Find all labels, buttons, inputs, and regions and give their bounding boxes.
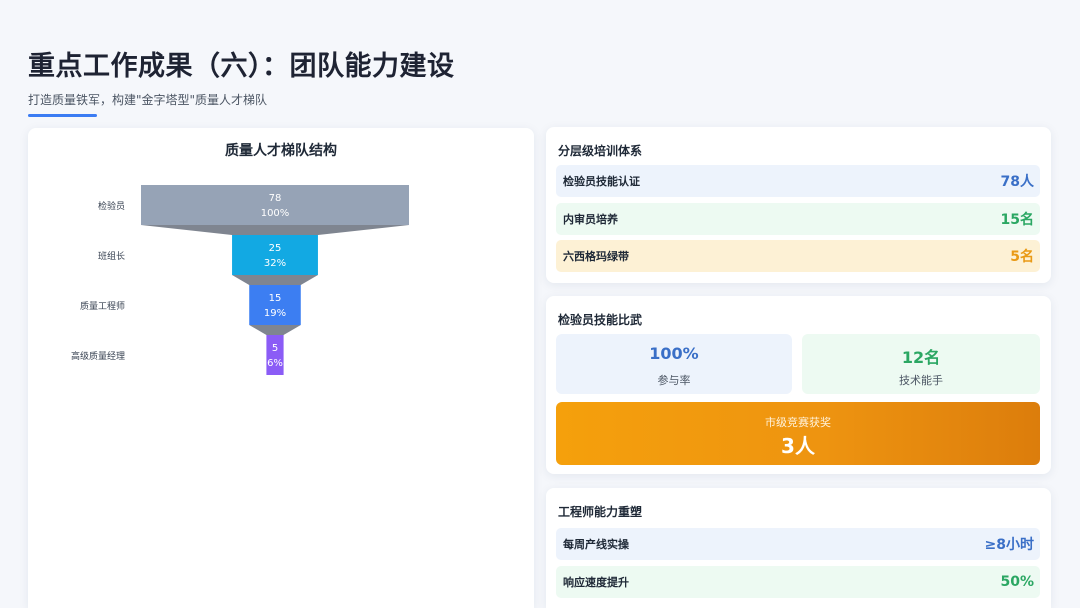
experts-stat: 12名 技术能手: [802, 334, 1040, 394]
funnel-bar: [249, 285, 301, 325]
funnel-percent-label: 100%: [261, 208, 290, 219]
award-label: 市级竞赛获奖: [765, 416, 831, 429]
funnel-bar: [232, 235, 318, 275]
participation-stat: 100% 参与率: [556, 334, 792, 394]
training-row-value: 5名: [1010, 249, 1034, 265]
funnel-bar: [141, 185, 409, 225]
experts-value: 12名: [901, 348, 941, 367]
engineer-title: 工程师能力重塑: [558, 505, 643, 519]
engineer-row-label: 响应速度提升: [563, 576, 629, 589]
engineer-row-line-practice: 每周产线实操 ≥8小时: [556, 528, 1040, 560]
training-row-label: 检验员技能认证: [563, 175, 640, 188]
funnel-value-label: 25: [269, 243, 282, 254]
engineer-row-label: 每周产线实操: [563, 538, 629, 551]
funnel-connector: [249, 325, 301, 335]
training-card: 分层级培训体系 检验员技能认证 78人 内审员培养 15名 六西格玛绿带 5名: [546, 127, 1051, 283]
funnel-value-label: 15: [269, 293, 282, 304]
funnel-chart: 78 100% 检验员 25 32% 班组长 15 19% 质量工程师 5 6% 高级质量经理: [71, 185, 409, 375]
training-row-internal-auditor: 内审员培养 15名: [556, 203, 1040, 235]
funnel-category-label: 高级质量经理: [71, 350, 125, 362]
award-banner: 市级竞赛获奖 3人: [556, 402, 1040, 465]
contest-title: 检验员技能比武: [558, 313, 643, 327]
engineer-row-response-speed: 响应速度提升 50%: [556, 566, 1040, 598]
funnel-percent-label: 32%: [264, 258, 286, 269]
funnel-connector: [141, 225, 409, 235]
funnel-category-label: 班组长: [98, 250, 125, 262]
funnel-category-label: 质量工程师: [80, 300, 125, 312]
training-row-six-sigma: 六西格玛绿带 5名: [556, 240, 1040, 272]
page-title: 重点工作成果（六）：团队能力建设: [28, 51, 455, 82]
page-subtitle: 打造质量铁军，构建"金字塔型"质量人才梯队: [28, 93, 268, 107]
award-value: 3人: [781, 434, 815, 458]
engineer-card: 工程师能力重塑 每周产线实操 ≥8小时 响应速度提升 50%: [546, 488, 1051, 608]
funnel-value-label: 78: [269, 193, 282, 204]
training-title: 分层级培训体系: [558, 144, 643, 158]
training-row-value: 78人: [1000, 174, 1034, 190]
training-row-label: 六西格玛绿带: [563, 250, 629, 263]
participation-label: 参与率: [657, 374, 691, 387]
engineer-row-value: ≥8小时: [984, 537, 1034, 553]
funnel-chart-card: 质量人才梯队结构 78 100% 检验员 25 32% 班组长 15 19% 质量工程师 5 6% 高…: [28, 128, 534, 608]
participation-value: 100%: [649, 344, 699, 363]
funnel-value-label: 5: [272, 343, 278, 354]
training-row-value: 15名: [1000, 212, 1034, 228]
experts-label: 技术能手: [899, 374, 943, 387]
skill-contest-card: 检验员技能比武 100% 参与率 12名 技术能手 市级竞赛获奖 3人: [546, 296, 1051, 474]
training-row-label: 内审员培养: [563, 213, 618, 226]
funnel-percent-label: 6%: [267, 358, 283, 369]
funnel-connector: [232, 275, 318, 285]
funnel-category-label: 检验员: [98, 200, 125, 212]
funnel-bar: [266, 335, 284, 375]
training-row-inspector-cert: 检验员技能认证 78人: [556, 165, 1040, 197]
engineer-row-value: 50%: [1000, 574, 1034, 590]
title-underline: [28, 114, 97, 117]
funnel-percent-label: 19%: [264, 308, 286, 319]
